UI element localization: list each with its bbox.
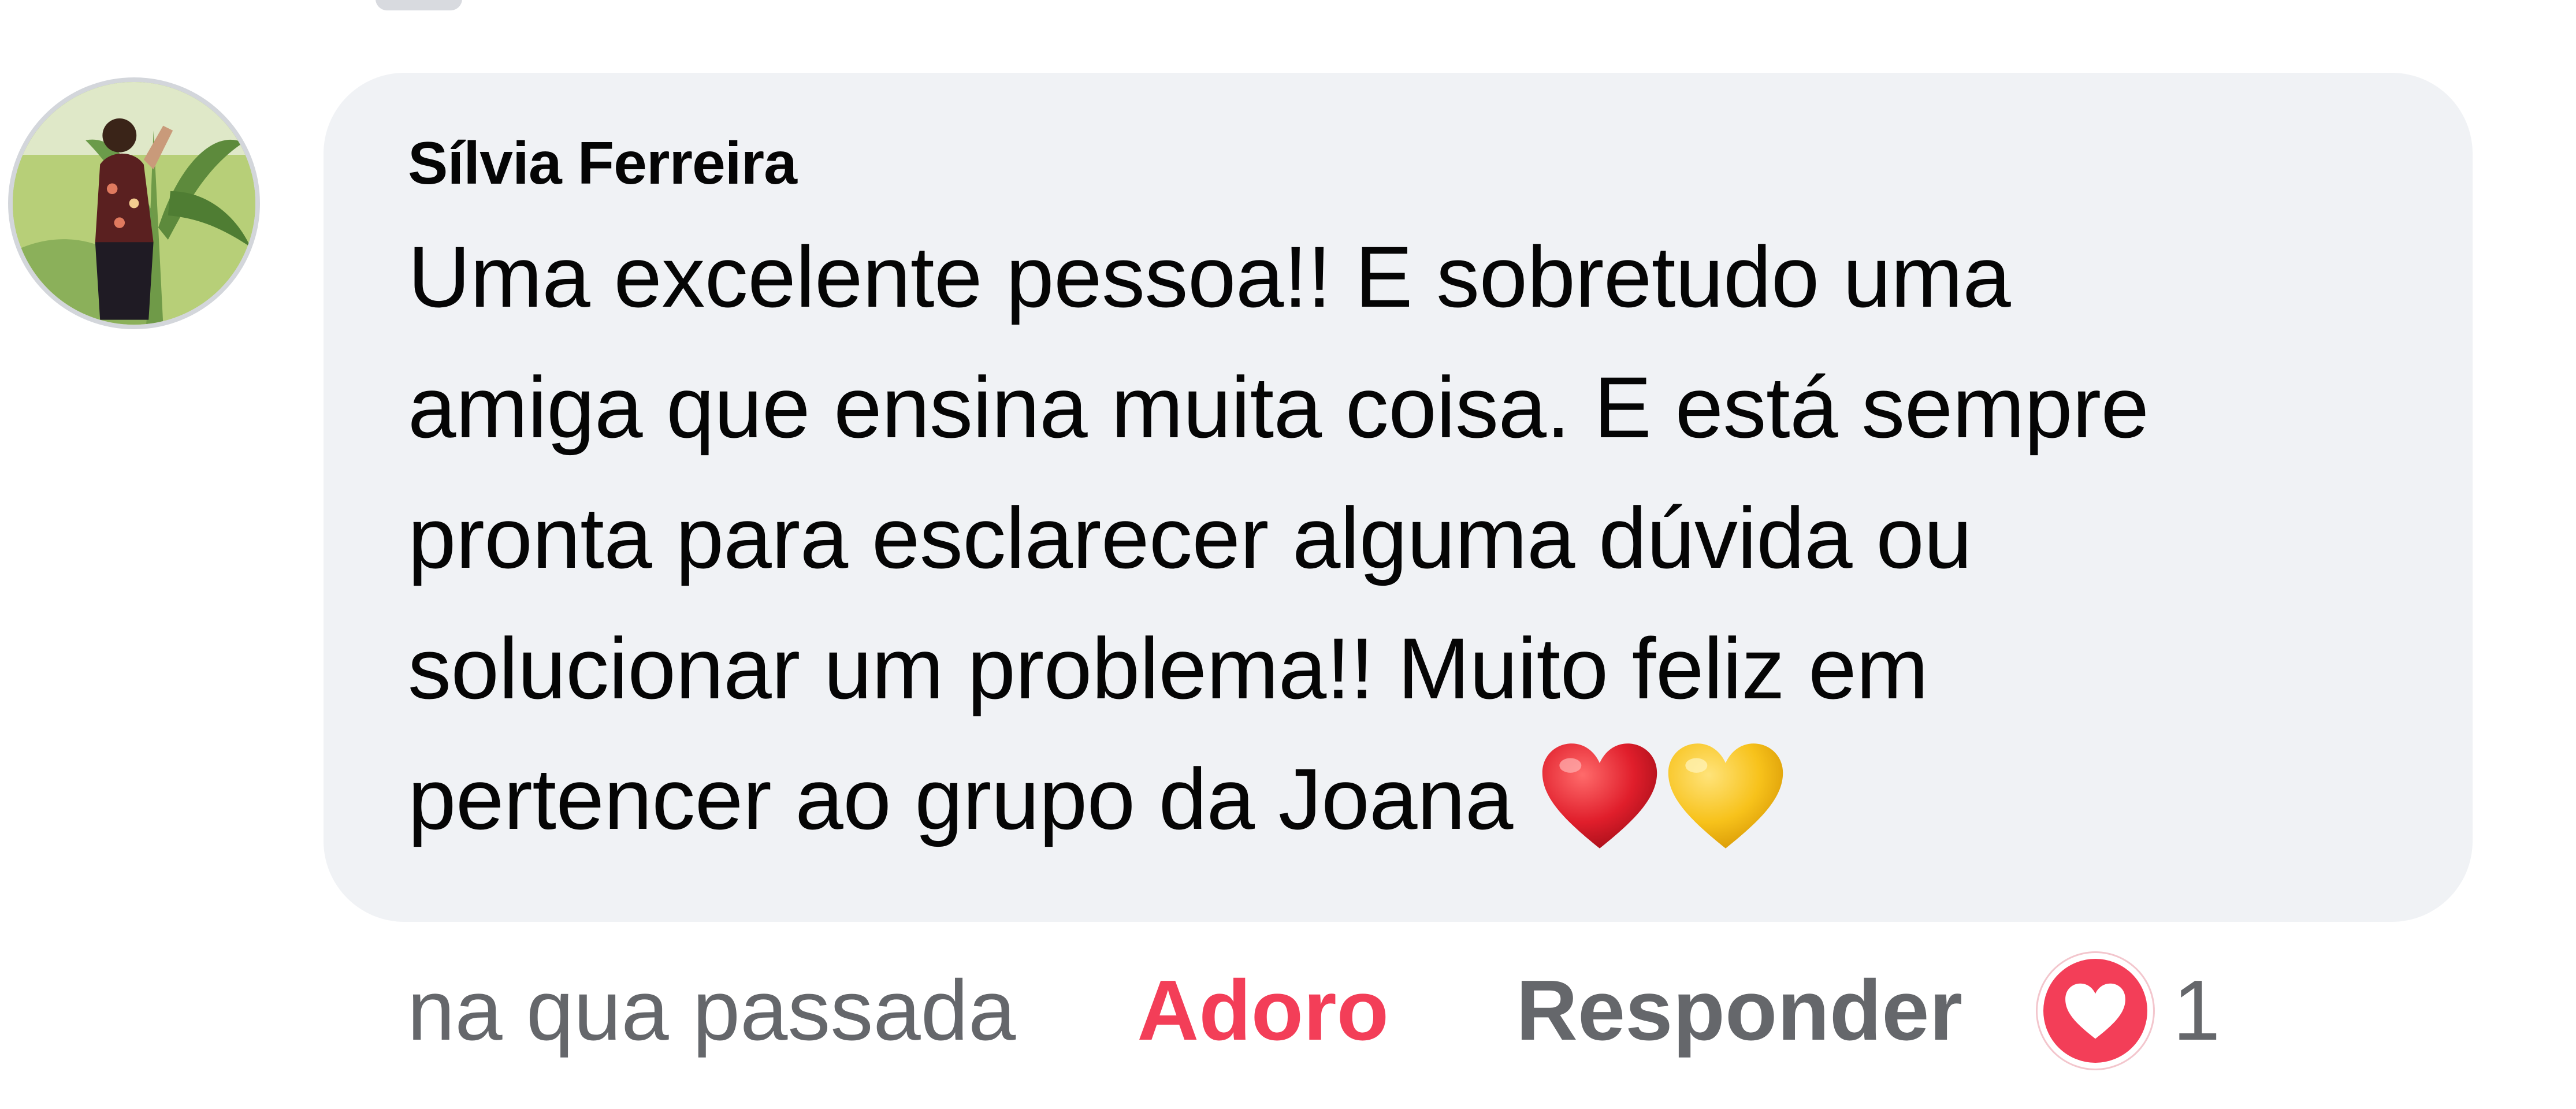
comment-bubble: Sílvia Ferreira Uma excelente pessoa!! E… (324, 73, 2473, 922)
comment-author[interactable]: Sílvia Ferreira (408, 126, 2473, 201)
yellow-heart-icon (1663, 741, 1789, 851)
avatar[interactable] (8, 77, 260, 329)
reaction-count: 1 (2173, 963, 2221, 1058)
previous-avatar-edge (376, 0, 462, 10)
reaction-summary[interactable]: 1 (2038, 953, 2220, 1069)
love-reaction-icon (2038, 953, 2154, 1069)
comment-line: Uma excelente pessoa!! E sobretudo uma (408, 228, 2011, 325)
comment-actions: na qua passada Adoro Responder 1 (407, 953, 2220, 1069)
comment-timestamp[interactable]: na qua passada (407, 962, 1016, 1060)
avatar-photo-icon (13, 82, 255, 325)
comment-thread: Sílvia Ferreira Uma excelente pessoa!! E… (0, 0, 2576, 1109)
comment-line: pronta para esclarecer alguma dúvida ou (408, 489, 1972, 586)
comment-line-last: pertencer ao grupo da Joana (408, 734, 2453, 864)
react-button[interactable]: Adoro (1137, 962, 1389, 1060)
comment-body: Uma excelente pessoa!! E sobretudo uma a… (408, 211, 2453, 864)
comment-line: amiga que ensina muita coisa. E está sem… (408, 359, 2149, 456)
red-heart-icon (1537, 741, 1663, 851)
comment-line: pertencer ao grupo da Joana (408, 750, 1513, 847)
comment-line: solucionar um problema!! Muito feliz em (408, 620, 1928, 717)
reply-button[interactable]: Responder (1516, 962, 1962, 1060)
